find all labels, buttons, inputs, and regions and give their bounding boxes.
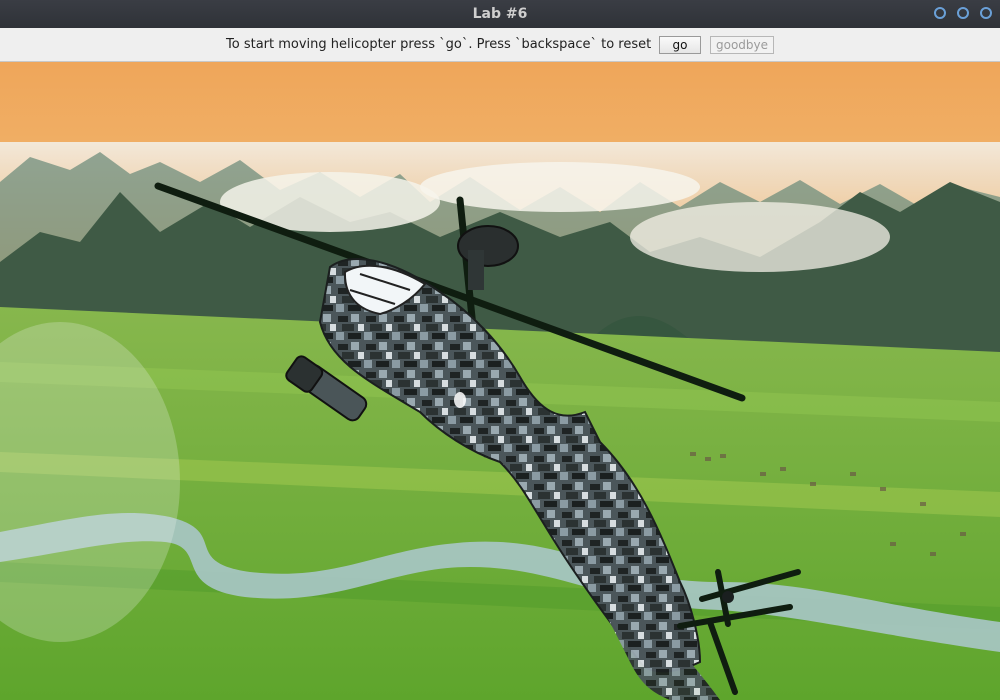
app-window: Lab #6 To start moving helicopter press … xyxy=(0,0,1000,700)
3d-scene[interactable] xyxy=(0,62,1000,700)
control-toolbar: To start moving helicopter press `go`. P… xyxy=(0,28,1000,62)
cloud-3 xyxy=(630,202,890,272)
instructions-text: To start moving helicopter press `go`. P… xyxy=(226,37,652,52)
helicopter-highlight xyxy=(454,392,466,408)
window-close-button[interactable] xyxy=(980,7,992,19)
window-maximize-button[interactable] xyxy=(957,7,969,19)
goodbye-button[interactable]: goodbye xyxy=(710,36,774,54)
window-minimize-button[interactable] xyxy=(934,7,946,19)
window-title: Lab #6 xyxy=(472,6,528,22)
title-bar: Lab #6 xyxy=(0,0,1000,28)
go-button[interactable]: go xyxy=(659,36,701,54)
